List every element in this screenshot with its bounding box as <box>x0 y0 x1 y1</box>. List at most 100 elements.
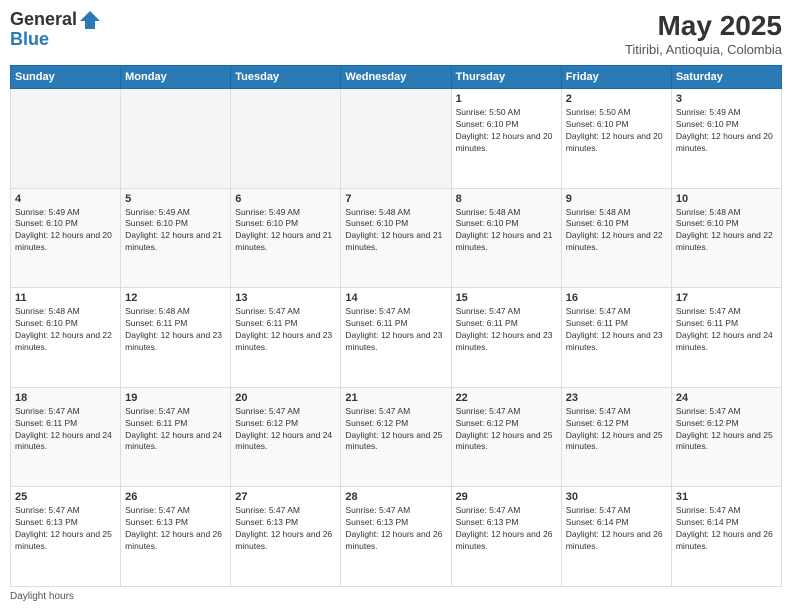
day-cell-27: 27 Sunrise: 5:47 AMSunset: 6:13 PMDaylig… <box>231 487 341 587</box>
day-number: 28 <box>345 491 446 503</box>
calendar-header-thursday: Thursday <box>451 66 561 89</box>
calendar-week-5: 25 Sunrise: 5:47 AMSunset: 6:13 PMDaylig… <box>11 487 782 587</box>
calendar-week-2: 4 Sunrise: 5:49 AMSunset: 6:10 PMDayligh… <box>11 188 782 288</box>
calendar-header-friday: Friday <box>561 66 671 89</box>
day-cell-25: 25 Sunrise: 5:47 AMSunset: 6:13 PMDaylig… <box>11 487 121 587</box>
day-info: Sunrise: 5:47 AMSunset: 6:11 PMDaylight:… <box>566 306 667 354</box>
day-number: 24 <box>676 392 777 404</box>
day-cell-16: 16 Sunrise: 5:47 AMSunset: 6:11 PMDaylig… <box>561 288 671 388</box>
day-cell-24: 24 Sunrise: 5:47 AMSunset: 6:12 PMDaylig… <box>671 387 781 487</box>
day-info: Sunrise: 5:49 AMSunset: 6:10 PMDaylight:… <box>676 107 777 155</box>
logo-icon <box>79 10 101 30</box>
day-info: Sunrise: 5:47 AMSunset: 6:11 PMDaylight:… <box>676 306 777 354</box>
day-info: Sunrise: 5:47 AMSunset: 6:12 PMDaylight:… <box>345 406 446 454</box>
day-info: Sunrise: 5:47 AMSunset: 6:11 PMDaylight:… <box>15 406 116 454</box>
day-info: Sunrise: 5:47 AMSunset: 6:13 PMDaylight:… <box>345 505 446 553</box>
day-info: Sunrise: 5:47 AMSunset: 6:14 PMDaylight:… <box>676 505 777 553</box>
day-number: 22 <box>456 392 557 404</box>
calendar-header-row: SundayMondayTuesdayWednesdayThursdayFrid… <box>11 66 782 89</box>
day-cell-14: 14 Sunrise: 5:47 AMSunset: 6:11 PMDaylig… <box>341 288 451 388</box>
day-info: Sunrise: 5:50 AMSunset: 6:10 PMDaylight:… <box>456 107 557 155</box>
day-cell-10: 10 Sunrise: 5:48 AMSunset: 6:10 PMDaylig… <box>671 188 781 288</box>
day-number: 4 <box>15 193 116 205</box>
day-cell-20: 20 Sunrise: 5:47 AMSunset: 6:12 PMDaylig… <box>231 387 341 487</box>
day-cell-6: 6 Sunrise: 5:49 AMSunset: 6:10 PMDayligh… <box>231 188 341 288</box>
day-info: Sunrise: 5:49 AMSunset: 6:10 PMDaylight:… <box>235 207 336 255</box>
day-info: Sunrise: 5:47 AMSunset: 6:13 PMDaylight:… <box>235 505 336 553</box>
calendar-header-wednesday: Wednesday <box>341 66 451 89</box>
day-info: Sunrise: 5:47 AMSunset: 6:13 PMDaylight:… <box>125 505 226 553</box>
day-cell-12: 12 Sunrise: 5:48 AMSunset: 6:11 PMDaylig… <box>121 288 231 388</box>
day-info: Sunrise: 5:47 AMSunset: 6:11 PMDaylight:… <box>125 406 226 454</box>
day-number: 3 <box>676 93 777 105</box>
day-info: Sunrise: 5:47 AMSunset: 6:12 PMDaylight:… <box>566 406 667 454</box>
day-number: 12 <box>125 292 226 304</box>
day-info: Sunrise: 5:47 AMSunset: 6:12 PMDaylight:… <box>235 406 336 454</box>
day-info: Sunrise: 5:48 AMSunset: 6:10 PMDaylight:… <box>456 207 557 255</box>
calendar-week-1: 1 Sunrise: 5:50 AMSunset: 6:10 PMDayligh… <box>11 89 782 189</box>
day-info: Sunrise: 5:47 AMSunset: 6:11 PMDaylight:… <box>235 306 336 354</box>
day-number: 13 <box>235 292 336 304</box>
location: Titiribi, Antioquia, Colombia <box>625 42 782 57</box>
day-info: Sunrise: 5:49 AMSunset: 6:10 PMDaylight:… <box>15 207 116 255</box>
logo-general: General <box>10 10 77 30</box>
calendar-header-monday: Monday <box>121 66 231 89</box>
footer-note: Daylight hours <box>10 591 782 602</box>
day-number: 16 <box>566 292 667 304</box>
day-info: Sunrise: 5:48 AMSunset: 6:10 PMDaylight:… <box>566 207 667 255</box>
day-info: Sunrise: 5:47 AMSunset: 6:14 PMDaylight:… <box>566 505 667 553</box>
day-cell-1: 1 Sunrise: 5:50 AMSunset: 6:10 PMDayligh… <box>451 89 561 189</box>
day-cell-13: 13 Sunrise: 5:47 AMSunset: 6:11 PMDaylig… <box>231 288 341 388</box>
empty-cell <box>231 89 341 189</box>
day-cell-18: 18 Sunrise: 5:47 AMSunset: 6:11 PMDaylig… <box>11 387 121 487</box>
day-number: 18 <box>15 392 116 404</box>
day-cell-28: 28 Sunrise: 5:47 AMSunset: 6:13 PMDaylig… <box>341 487 451 587</box>
day-number: 2 <box>566 93 667 105</box>
day-info: Sunrise: 5:47 AMSunset: 6:11 PMDaylight:… <box>456 306 557 354</box>
day-info: Sunrise: 5:47 AMSunset: 6:12 PMDaylight:… <box>456 406 557 454</box>
day-number: 29 <box>456 491 557 503</box>
day-cell-21: 21 Sunrise: 5:47 AMSunset: 6:12 PMDaylig… <box>341 387 451 487</box>
day-info: Sunrise: 5:47 AMSunset: 6:12 PMDaylight:… <box>676 406 777 454</box>
day-number: 7 <box>345 193 446 205</box>
day-number: 10 <box>676 193 777 205</box>
day-info: Sunrise: 5:48 AMSunset: 6:10 PMDaylight:… <box>345 207 446 255</box>
calendar-table: SundayMondayTuesdayWednesdayThursdayFrid… <box>10 65 782 587</box>
day-number: 1 <box>456 93 557 105</box>
day-cell-7: 7 Sunrise: 5:48 AMSunset: 6:10 PMDayligh… <box>341 188 451 288</box>
page: General Blue May 2025 Titiribi, Antioqui… <box>0 0 792 612</box>
day-number: 6 <box>235 193 336 205</box>
day-info: Sunrise: 5:47 AMSunset: 6:11 PMDaylight:… <box>345 306 446 354</box>
day-cell-4: 4 Sunrise: 5:49 AMSunset: 6:10 PMDayligh… <box>11 188 121 288</box>
day-number: 21 <box>345 392 446 404</box>
day-cell-17: 17 Sunrise: 5:47 AMSunset: 6:11 PMDaylig… <box>671 288 781 388</box>
day-number: 11 <box>15 292 116 304</box>
day-cell-5: 5 Sunrise: 5:49 AMSunset: 6:10 PMDayligh… <box>121 188 231 288</box>
calendar-header-sunday: Sunday <box>11 66 121 89</box>
month-year: May 2025 <box>625 10 782 42</box>
empty-cell <box>121 89 231 189</box>
empty-cell <box>11 89 121 189</box>
day-cell-11: 11 Sunrise: 5:48 AMSunset: 6:10 PMDaylig… <box>11 288 121 388</box>
logo-blue: Blue <box>10 30 101 50</box>
day-number: 20 <box>235 392 336 404</box>
calendar-week-3: 11 Sunrise: 5:48 AMSunset: 6:10 PMDaylig… <box>11 288 782 388</box>
day-cell-19: 19 Sunrise: 5:47 AMSunset: 6:11 PMDaylig… <box>121 387 231 487</box>
header: General Blue May 2025 Titiribi, Antioqui… <box>10 10 782 57</box>
calendar-header-tuesday: Tuesday <box>231 66 341 89</box>
day-cell-29: 29 Sunrise: 5:47 AMSunset: 6:13 PMDaylig… <box>451 487 561 587</box>
day-cell-8: 8 Sunrise: 5:48 AMSunset: 6:10 PMDayligh… <box>451 188 561 288</box>
day-cell-23: 23 Sunrise: 5:47 AMSunset: 6:12 PMDaylig… <box>561 387 671 487</box>
day-number: 27 <box>235 491 336 503</box>
day-info: Sunrise: 5:49 AMSunset: 6:10 PMDaylight:… <box>125 207 226 255</box>
day-number: 15 <box>456 292 557 304</box>
calendar-header-saturday: Saturday <box>671 66 781 89</box>
day-cell-9: 9 Sunrise: 5:48 AMSunset: 6:10 PMDayligh… <box>561 188 671 288</box>
day-number: 14 <box>345 292 446 304</box>
title-section: May 2025 Titiribi, Antioquia, Colombia <box>625 10 782 57</box>
day-number: 5 <box>125 193 226 205</box>
day-cell-30: 30 Sunrise: 5:47 AMSunset: 6:14 PMDaylig… <box>561 487 671 587</box>
day-cell-31: 31 Sunrise: 5:47 AMSunset: 6:14 PMDaylig… <box>671 487 781 587</box>
day-info: Sunrise: 5:48 AMSunset: 6:10 PMDaylight:… <box>676 207 777 255</box>
day-number: 19 <box>125 392 226 404</box>
